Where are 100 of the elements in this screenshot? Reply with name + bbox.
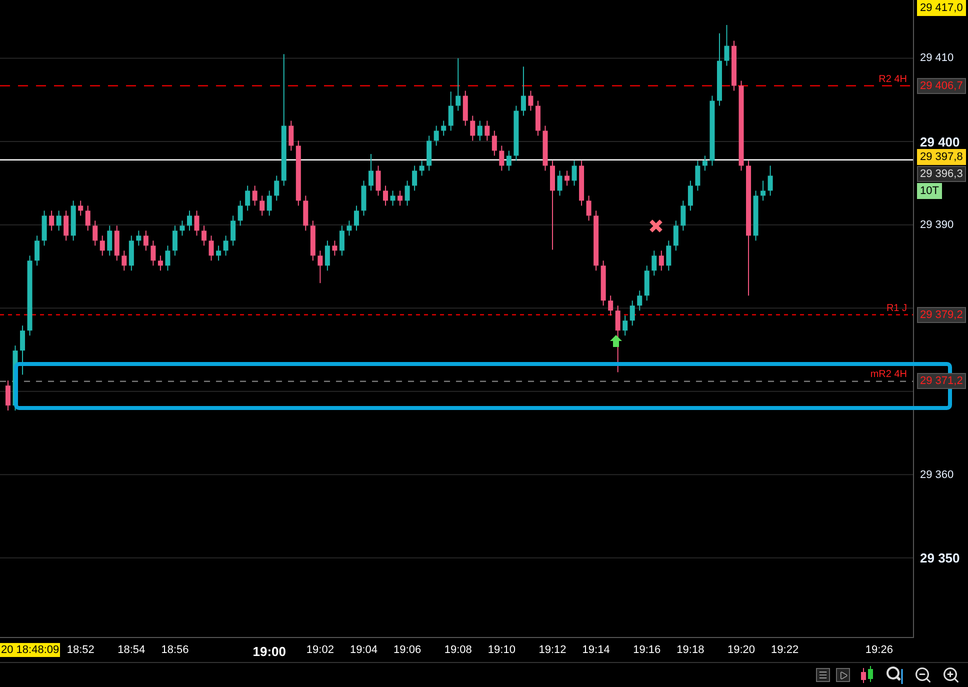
candle [710, 95, 715, 166]
cursor-time-label: 20 18:48:09 [0, 643, 60, 657]
candle [637, 290, 642, 312]
candle [136, 230, 142, 246]
candle [724, 24, 730, 66]
candle [208, 235, 214, 262]
candle [266, 190, 272, 216]
zoom-in-icon [942, 666, 960, 684]
candle [456, 58, 461, 112]
candle [572, 160, 577, 186]
candle [484, 120, 490, 142]
candle [542, 125, 548, 172]
time-tick-label: 19:18 [676, 644, 704, 656]
candle [202, 225, 207, 246]
candle [441, 120, 446, 136]
candle [732, 40, 736, 92]
candle [622, 315, 628, 336]
candle [688, 180, 693, 212]
candle [600, 260, 606, 306]
candle [594, 210, 599, 272]
x-mark-icon [650, 220, 662, 232]
candle [107, 225, 112, 256]
candle [274, 175, 280, 202]
candle [448, 91, 454, 132]
candle [332, 240, 338, 256]
zoom-fit-button[interactable] [884, 664, 906, 686]
candle [245, 185, 250, 212]
candle [288, 120, 294, 152]
candle [615, 305, 620, 373]
price-tick-label: 29 410 [920, 52, 954, 64]
time-tick-label: 19:04 [350, 644, 378, 656]
candle [586, 195, 592, 222]
candle [64, 210, 69, 242]
candle [760, 180, 766, 202]
candle [608, 295, 614, 316]
candle [528, 90, 534, 112]
candle [310, 220, 316, 262]
candle [165, 245, 170, 272]
candle [56, 210, 62, 232]
menu-icon [818, 670, 828, 680]
candle [100, 235, 105, 256]
candle [673, 220, 678, 252]
candle [361, 180, 366, 216]
candle [260, 195, 265, 216]
bid-price-label: 29 396,3 [917, 166, 966, 182]
zoom-fit-icon [885, 665, 905, 685]
time-tick-label: 19:26 [865, 644, 893, 656]
menu-button[interactable] [816, 668, 830, 682]
candle [216, 245, 222, 262]
candle [42, 210, 47, 246]
candle [172, 225, 178, 256]
time-tick-label: 19:16 [633, 644, 661, 656]
candle [630, 300, 635, 326]
candle [658, 250, 664, 272]
candle [70, 200, 76, 242]
price-level-label: mR2 4H [870, 369, 907, 380]
candle [114, 225, 120, 262]
candle [20, 325, 26, 376]
play-button[interactable] [836, 668, 850, 682]
interval-badge: 10T [917, 183, 942, 199]
candle [753, 190, 758, 242]
candle [514, 105, 519, 162]
time-tick-label: 19:22 [771, 644, 799, 656]
zoom-out-icon [914, 666, 932, 684]
candle [702, 155, 708, 172]
candle [339, 225, 344, 256]
time-tick-label: 19:08 [444, 644, 472, 656]
candle [419, 160, 424, 176]
candle [398, 190, 403, 206]
candle [78, 200, 84, 216]
time-tick-label: 19:10 [488, 644, 516, 656]
price-tick-label: 29 400 [920, 134, 960, 150]
price-label: 29 417,0 [917, 0, 966, 16]
time-tick-label: 19:00 [252, 644, 286, 659]
candle [368, 154, 374, 192]
time-tick-label: 18:52 [66, 644, 94, 656]
candle [150, 240, 156, 266]
candle [644, 265, 650, 302]
price-level-label: R2 4H [878, 74, 907, 85]
price-level-label: R1 J [886, 302, 907, 314]
candle [579, 160, 584, 206]
candle [324, 240, 330, 272]
candle [535, 100, 540, 136]
candle [180, 220, 185, 236]
candle [238, 200, 243, 226]
candle [49, 210, 54, 232]
candle [122, 250, 127, 272]
time-tick-label: 18:54 [118, 644, 146, 656]
candle [303, 195, 308, 232]
candles-icon [859, 666, 875, 684]
candle [128, 235, 134, 272]
candle [6, 380, 10, 411]
candle [499, 145, 504, 172]
candle [318, 250, 323, 284]
candle [666, 240, 672, 272]
candle [194, 210, 200, 236]
candle [412, 165, 418, 192]
candle [695, 160, 700, 192]
candle [680, 200, 686, 232]
candle [230, 215, 236, 246]
